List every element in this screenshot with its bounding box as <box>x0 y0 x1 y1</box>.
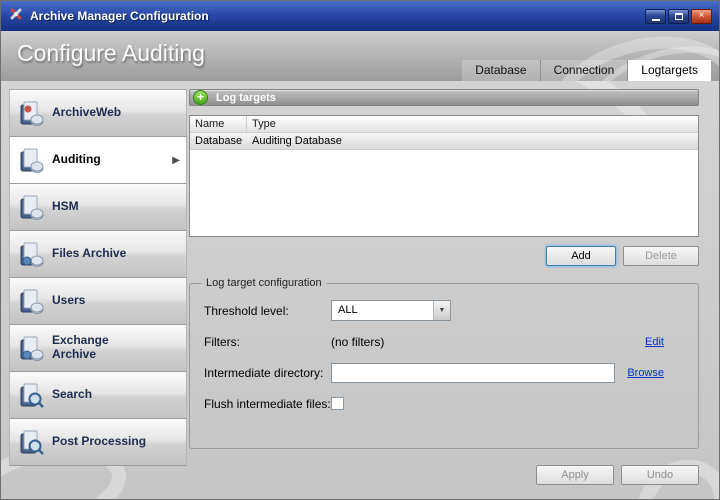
window-body: ArchiveWeb Auditing ▶ HSM Files Arch <box>1 81 719 500</box>
browse-link[interactable]: Browse <box>627 367 664 379</box>
page-title: Configure Auditing <box>17 40 205 67</box>
tab-connection[interactable]: Connection <box>540 60 628 81</box>
hsm-icon <box>18 194 45 221</box>
apply-button[interactable]: Apply <box>536 465 614 485</box>
sidebar-item-label: Search <box>52 388 92 402</box>
intermediate-directory-label: Intermediate directory: <box>204 366 331 380</box>
main-panel: + Log targets Name Type Database Auditin… <box>189 89 699 485</box>
add-plus-icon: + <box>193 90 208 105</box>
sidebar-item-auditing[interactable]: Auditing ▶ <box>9 137 187 184</box>
sidebar: ArchiveWeb Auditing ▶ HSM Files Arch <box>9 89 187 466</box>
filters-label: Filters: <box>204 335 331 349</box>
sidebar-item-search[interactable]: Search <box>9 372 187 419</box>
sidebar-item-label: Exchange Archive <box>52 334 150 362</box>
table-action-buttons: Add Delete <box>189 246 699 266</box>
group-legend: Log target configuration <box>202 277 326 289</box>
sidebar-item-label: HSM <box>52 200 79 214</box>
tab-logtargets[interactable]: Logtargets <box>627 60 711 81</box>
window-title: Archive Manager Configuration <box>30 9 639 23</box>
log-target-configuration-group: Log target configuration Threshold level… <box>189 277 699 449</box>
users-icon <box>18 288 45 315</box>
post-processing-icon <box>18 429 45 456</box>
window-controls: × <box>645 9 712 24</box>
threshold-level-row: Threshold level: ALL ▼ <box>204 300 688 321</box>
filters-value: (no filters) <box>331 335 384 349</box>
files-archive-icon <box>18 241 45 268</box>
sidebar-item-label: ArchiveWeb <box>52 106 121 120</box>
threshold-level-select[interactable]: ALL ▼ <box>331 300 451 321</box>
threshold-level-value: ALL <box>332 301 433 320</box>
selected-arrow-icon: ▶ <box>172 155 180 166</box>
maximize-icon <box>675 13 683 20</box>
sidebar-item-hsm[interactable]: HSM <box>9 184 187 231</box>
sidebar-item-files-archive[interactable]: Files Archive <box>9 231 187 278</box>
sidebar-item-label: Auditing <box>52 153 101 167</box>
sidebar-item-post-processing[interactable]: Post Processing <box>9 419 187 466</box>
flush-intermediate-checkbox[interactable] <box>331 397 344 410</box>
archiveweb-icon <box>18 100 45 127</box>
app-tools-icon <box>8 6 24 27</box>
maximize-button[interactable] <box>668 9 689 24</box>
close-button[interactable]: × <box>691 9 712 24</box>
tab-database[interactable]: Database <box>462 60 539 81</box>
log-targets-section-header: + Log targets <box>189 89 699 106</box>
edit-link[interactable]: Edit <box>645 336 664 348</box>
column-header-name[interactable]: Name <box>190 116 247 132</box>
cell-type: Auditing Database <box>247 133 347 149</box>
intermediate-directory-row: Intermediate directory: Browse <box>204 362 688 383</box>
threshold-level-label: Threshold level: <box>204 304 331 318</box>
minimize-button[interactable] <box>645 9 666 24</box>
filters-row: Filters: (no filters) Edit <box>204 331 688 352</box>
intermediate-directory-input[interactable] <box>331 363 615 383</box>
sidebar-item-label: Post Processing <box>52 435 146 449</box>
table-header-row: Name Type <box>190 116 698 133</box>
archive-manager-window: Archive Manager Configuration × Configur… <box>0 0 720 500</box>
flush-intermediate-row: Flush intermediate files: <box>204 393 688 414</box>
search-icon <box>18 382 45 409</box>
minimize-icon <box>652 19 660 21</box>
undo-button[interactable]: Undo <box>621 465 699 485</box>
footer-action-buttons: Apply Undo <box>189 465 699 485</box>
sidebar-item-archiveweb[interactable]: ArchiveWeb <box>9 90 187 137</box>
sidebar-item-users[interactable]: Users <box>9 278 187 325</box>
cell-name: Database <box>190 133 247 149</box>
title-bar: Archive Manager Configuration × <box>1 1 719 31</box>
sidebar-item-label: Users <box>52 294 85 308</box>
page-header: Configure Auditing Database Connection L… <box>1 31 719 81</box>
add-button[interactable]: Add <box>546 246 616 266</box>
column-header-type[interactable]: Type <box>247 116 698 132</box>
flush-intermediate-label: Flush intermediate files: <box>204 397 331 411</box>
section-title: Log targets <box>216 92 276 104</box>
sidebar-item-label: Files Archive <box>52 247 126 261</box>
table-row[interactable]: Database Auditing Database <box>190 133 698 150</box>
tab-bar: Database Connection Logtargets <box>462 60 711 81</box>
delete-button[interactable]: Delete <box>623 246 699 266</box>
exchange-archive-icon <box>18 335 45 362</box>
sidebar-item-exchange-archive[interactable]: Exchange Archive <box>9 325 187 372</box>
auditing-icon <box>18 147 45 174</box>
chevron-down-icon: ▼ <box>433 301 450 320</box>
close-icon: × <box>699 11 705 21</box>
log-targets-table: Name Type Database Auditing Database <box>189 115 699 237</box>
